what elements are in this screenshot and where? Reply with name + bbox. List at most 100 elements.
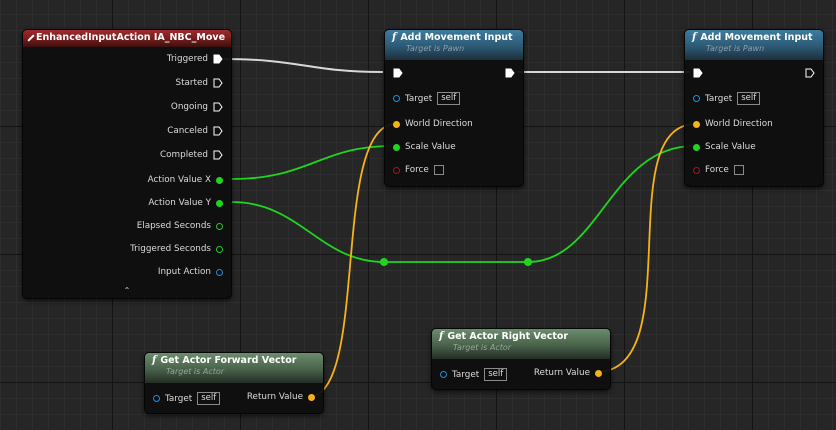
pin-completed[interactable]: Completed <box>160 150 223 160</box>
pin-force[interactable]: Force <box>393 165 444 175</box>
exec-out-pin-icon[interactable] <box>505 68 515 78</box>
function-node-header[interactable]: f Add Movement Input Target is Pawn <box>685 30 823 60</box>
pin-label: Target <box>705 93 733 104</box>
node-title: Get Actor Right Vector <box>447 331 569 342</box>
node-title: Get Actor Forward Vector <box>160 355 297 366</box>
pin-target[interactable]: Target self <box>440 368 508 381</box>
function-f-icon: f <box>439 331 444 342</box>
pin-world-direction[interactable]: World Direction <box>693 119 773 129</box>
pin-label: Scale Value <box>405 142 456 152</box>
pin-target[interactable]: Target self <box>693 92 761 105</box>
float-wire-action-x <box>231 145 393 180</box>
pin-label: World Direction <box>405 119 473 129</box>
pin-label: Triggered Seconds <box>130 244 211 254</box>
vector-pin-icon[interactable] <box>595 369 602 377</box>
exec-pin-icon[interactable] <box>213 150 223 160</box>
pin-scale-value[interactable]: Scale Value <box>693 142 756 152</box>
node-title: Add Movement Input <box>700 32 813 43</box>
exec-in-pin-icon[interactable] <box>393 68 403 78</box>
vector-pin-icon[interactable] <box>693 120 700 128</box>
event-node-header[interactable]: EnhancedInputAction IA_NBC_Move <box>23 30 231 47</box>
exec-out-pin-icon[interactable] <box>805 68 815 78</box>
pin-label: Ongoing <box>170 102 208 112</box>
pin-action-value-y[interactable]: Action Value Y <box>148 198 223 208</box>
node-subtitle: Target is Pawn <box>406 44 465 53</box>
pin-label: Input Action <box>157 267 211 277</box>
exec-pin-icon[interactable] <box>213 102 223 112</box>
event-node-title: EnhancedInputAction IA_NBC_Move <box>36 32 226 43</box>
function-node-header[interactable]: f Get Actor Forward Vector Target is Acto… <box>145 353 323 383</box>
exec-pin-icon[interactable] <box>213 78 223 88</box>
bool-pin-icon[interactable] <box>693 166 700 174</box>
pin-world-direction[interactable]: World Direction <box>393 119 473 129</box>
target-self-field[interactable]: self <box>484 368 508 381</box>
reroute-knot-1[interactable] <box>380 258 388 266</box>
pin-input-action[interactable]: Input Action <box>158 267 223 277</box>
vector-pin-icon[interactable] <box>393 120 400 128</box>
pin-label: Elapsed Seconds <box>136 221 211 231</box>
object-pin-icon[interactable] <box>216 268 223 276</box>
vector-pin-icon[interactable] <box>308 393 315 401</box>
add-movement-input-node-2[interactable]: f Add Movement Input Target is Pawn Targe… <box>684 29 824 187</box>
pin-canceled[interactable]: Canceled <box>167 126 223 136</box>
force-checkbox[interactable] <box>433 165 444 175</box>
float-pin-icon[interactable] <box>216 176 223 184</box>
exec-pin-icon[interactable] <box>213 54 223 64</box>
object-pin-icon[interactable] <box>153 395 160 402</box>
float-pin-icon[interactable] <box>216 222 223 230</box>
float-pin-icon[interactable] <box>216 245 223 253</box>
pin-started[interactable]: Started <box>176 78 224 88</box>
pin-label: Canceled <box>167 126 208 136</box>
enhanced-input-event-node[interactable]: EnhancedInputAction IA_NBC_Move Triggere… <box>22 29 232 299</box>
pin-label: Force <box>405 165 429 175</box>
force-checkbox[interactable] <box>733 165 744 175</box>
pin-label: Action Value X <box>147 175 211 185</box>
event-diamond-icon <box>27 33 35 42</box>
function-f-icon: f <box>392 32 397 43</box>
get-actor-forward-vector-node[interactable]: f Get Actor Forward Vector Target is Acto… <box>144 352 324 414</box>
pin-triggered[interactable]: Triggered <box>167 54 223 64</box>
target-self-field[interactable]: self <box>737 92 761 105</box>
exec-in-pin-icon[interactable] <box>693 68 703 78</box>
pin-label: Target <box>452 369 480 380</box>
object-pin-icon[interactable] <box>693 95 700 102</box>
node-title: Add Movement Input <box>400 32 513 43</box>
exec-pin-icon[interactable] <box>213 126 223 136</box>
float-pin-icon[interactable] <box>216 199 223 207</box>
pin-return-value[interactable]: Return Value <box>247 392 315 402</box>
pin-scale-value[interactable]: Scale Value <box>393 142 456 152</box>
pin-elapsed-seconds[interactable]: Elapsed Seconds <box>137 221 223 231</box>
node-subtitle: Target is Pawn <box>706 44 765 53</box>
float-pin-icon[interactable] <box>393 143 400 151</box>
pin-return-value[interactable]: Return Value <box>534 368 602 378</box>
pin-target[interactable]: Target self <box>153 392 221 405</box>
add-movement-input-node-1[interactable]: f Add Movement Input Target is Pawn Targe… <box>384 29 524 187</box>
target-self-field[interactable]: self <box>197 392 221 405</box>
object-pin-icon[interactable] <box>393 95 400 102</box>
collapse-arrow-icon[interactable]: ⌃ <box>23 286 231 295</box>
function-f-icon: f <box>692 32 697 43</box>
pin-ongoing[interactable]: Ongoing <box>171 102 223 112</box>
node-subtitle: Target is Actor <box>166 367 225 376</box>
pin-label: Target <box>405 93 433 104</box>
pin-label: Action Value Y <box>148 198 211 208</box>
pin-force[interactable]: Force <box>693 165 744 175</box>
pin-action-value-x[interactable]: Action Value X <box>148 175 223 185</box>
pin-label: World Direction <box>705 119 773 129</box>
object-pin-icon[interactable] <box>440 371 447 378</box>
float-pin-icon[interactable] <box>693 143 700 151</box>
function-node-header[interactable]: f Get Actor Right Vector Target is Actor <box>432 329 610 359</box>
exec-wire-triggered <box>223 58 384 73</box>
node-subtitle: Target is Actor <box>453 343 512 352</box>
function-node-header[interactable]: f Add Movement Input Target is Pawn <box>385 30 523 60</box>
bool-pin-icon[interactable] <box>393 166 400 174</box>
pin-label: Return Value <box>533 368 590 378</box>
pin-triggered-seconds[interactable]: Triggered Seconds <box>130 244 223 254</box>
function-f-icon: f <box>152 355 157 366</box>
pin-label: Started <box>175 78 209 88</box>
get-actor-right-vector-node[interactable]: f Get Actor Right Vector Target is Actor … <box>431 328 611 390</box>
target-self-field[interactable]: self <box>437 92 461 105</box>
pin-label: Force <box>705 165 729 175</box>
pin-target[interactable]: Target self <box>393 92 461 105</box>
reroute-knot-2[interactable] <box>524 258 532 266</box>
